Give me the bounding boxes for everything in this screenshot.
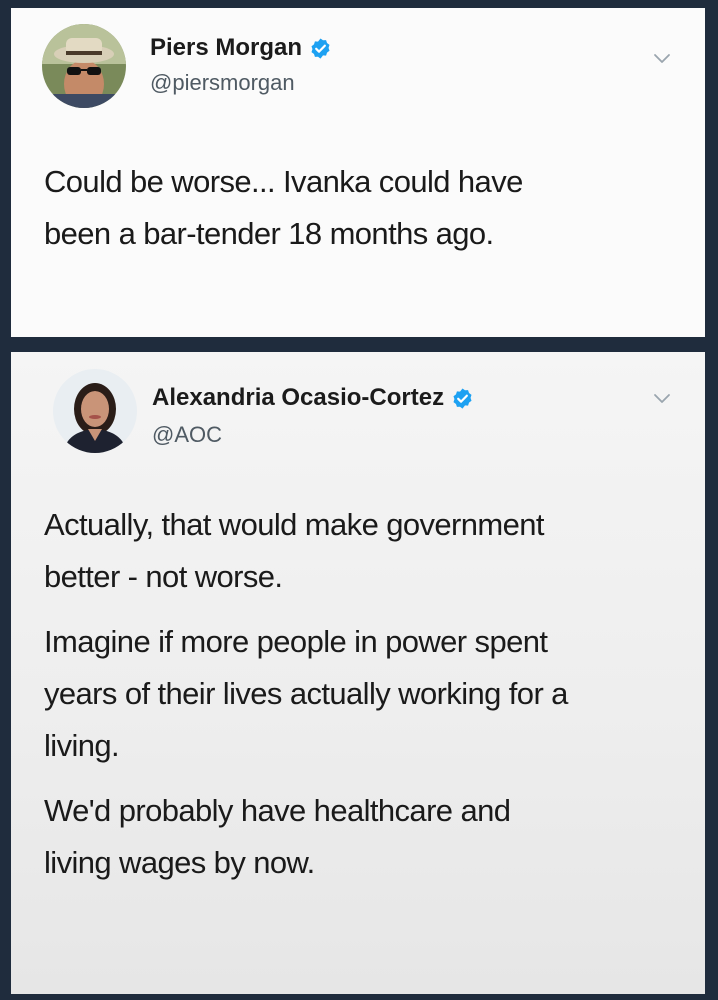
tweet-line: Could be worse... Ivanka could have <box>44 164 523 199</box>
tweet-text: Could be worse... Ivanka could have been… <box>44 156 675 260</box>
avatar[interactable] <box>53 369 137 453</box>
author-name[interactable]: Alexandria Ocasio-Cortez <box>152 384 444 412</box>
tweet-paragraph: Imagine if more people in power spent ye… <box>44 616 675 772</box>
tweet-paragraph: Could be worse... Ivanka could have been… <box>44 156 675 260</box>
author-handle[interactable]: @piersmorgan <box>150 70 295 96</box>
tweet-line: better - not worse. <box>44 559 283 594</box>
tweet-paragraph: Actually, that would make government bet… <box>44 499 675 603</box>
tweet-line: living wages by now. <box>44 845 315 880</box>
tweet-text: Actually, that would make government bet… <box>44 499 675 902</box>
author-handle[interactable]: @AOC <box>152 422 222 448</box>
chevron-down-icon[interactable] <box>652 392 672 406</box>
tweet-paragraph: We'd probably have healthcare and living… <box>44 785 675 889</box>
chevron-down-icon[interactable] <box>652 52 672 66</box>
tweet-line: We'd probably have healthcare and <box>44 793 511 828</box>
screenshot-frame: Piers Morgan @piersmorgan Could be worse… <box>0 0 718 1000</box>
tweet-line: years of their lives actually working fo… <box>44 676 568 711</box>
piers-morgan-avatar-icon <box>42 24 126 108</box>
tweet-line: living. <box>44 728 120 763</box>
author-name-row: Piers Morgan <box>150 34 332 62</box>
author-name-row: Alexandria Ocasio-Cortez <box>152 384 474 412</box>
tweet-card-aoc: Alexandria Ocasio-Cortez @AOC Actually, … <box>11 352 705 994</box>
avatar[interactable] <box>42 24 126 108</box>
tweet-card-piers: Piers Morgan @piersmorgan Could be worse… <box>11 8 705 337</box>
aoc-avatar-icon <box>53 369 137 453</box>
verified-badge-icon <box>311 37 330 59</box>
tweet-line: been a bar-tender 18 months ago. <box>44 216 494 251</box>
verified-badge-icon <box>453 387 472 409</box>
author-name[interactable]: Piers Morgan <box>150 34 302 62</box>
tweet-line: Imagine if more people in power spent <box>44 624 548 659</box>
tweet-line: Actually, that would make government <box>44 507 545 542</box>
